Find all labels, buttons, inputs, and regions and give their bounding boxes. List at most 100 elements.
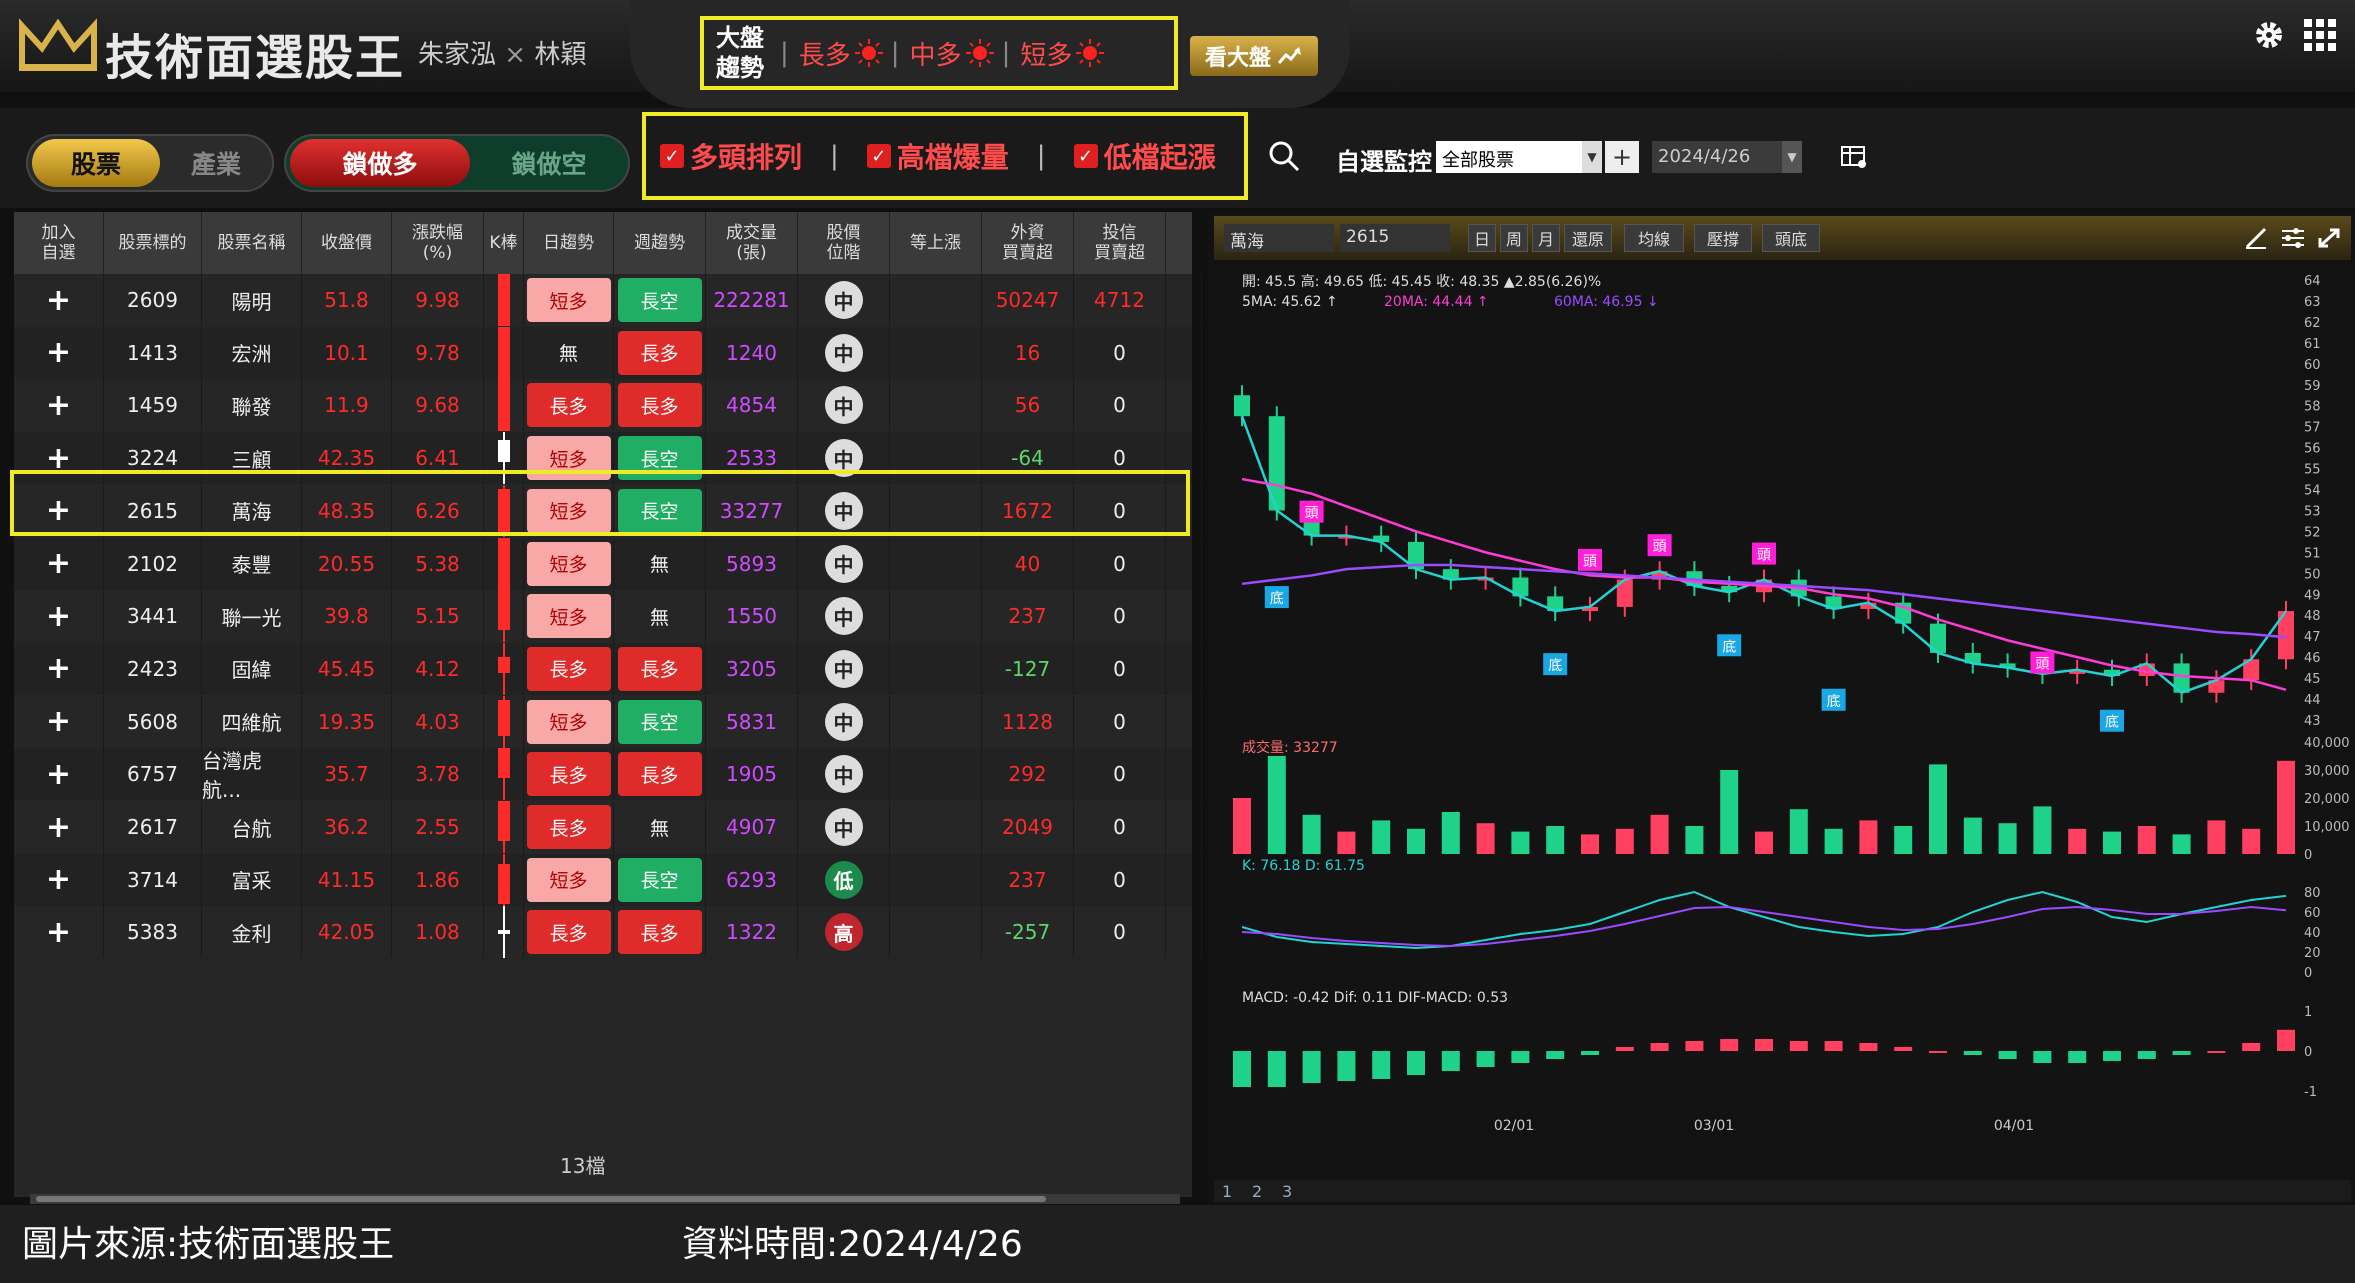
k-candle	[498, 590, 510, 631]
column-header[interactable]: 漲跌幅 (%)	[392, 212, 484, 274]
table-row[interactable]: +5608 四維航 19.35 4.03 短多 長空 5831 中 1128 0	[14, 695, 1202, 748]
column-header[interactable]: 股票標的	[104, 212, 202, 274]
chart-tab[interactable]: 頭底	[1762, 224, 1820, 252]
chart-tab[interactable]: 還原	[1564, 224, 1612, 252]
table-row[interactable]: +1459 聯發 11.9 9.68 長多 長多 4854 中 56 0	[14, 379, 1202, 432]
add-watchlist-button[interactable]: +	[14, 537, 104, 590]
stock-chart[interactable]: 64 63 62 61 60 59 58 57 56 55 54 53 52 51 50 49 48 47 46 45…	[1214, 266, 2355, 1202]
apps-grid-icon[interactable]	[2303, 18, 2337, 52]
column-header[interactable]: 股價 位階	[798, 212, 890, 274]
table-row[interactable]: +3441 聯一光 39.8 5.15 短多 無 1550 中 237 0	[14, 590, 1202, 643]
add-watchlist-button[interactable]: +	[14, 906, 104, 959]
watchlist-add-button[interactable]: +	[1605, 141, 1639, 173]
chevron-down-icon[interactable]: ▼	[1582, 141, 1602, 173]
chart-tab[interactable]: 壓撐	[1694, 224, 1752, 252]
sliders-icon[interactable]	[2280, 226, 2306, 250]
view-market-button[interactable]: 看大盤	[1190, 36, 1318, 76]
add-watchlist-button[interactable]: +	[14, 853, 104, 906]
chart-page-link[interactable]: 2	[1252, 1182, 1262, 1201]
trend-mid: 中多	[910, 35, 994, 72]
chart-pager	[1214, 1180, 2351, 1202]
stock-name: 宏洲	[202, 326, 302, 379]
date-select[interactable]: 2024/4/26 ▼	[1652, 141, 1802, 173]
chart-tab[interactable]: 均線	[1624, 224, 1684, 252]
chart-page-link[interactable]: 3	[1282, 1182, 1292, 1201]
trend-mid-label: 中多	[909, 40, 962, 71]
checkbox-checked-icon[interactable]: ✓	[660, 144, 684, 168]
change-percent: 4.03	[392, 695, 484, 748]
app-title: 技術面選股王	[105, 30, 406, 86]
price-level-badge: 中	[824, 333, 863, 372]
table-row[interactable]: +6757 台灣虎航... 35.7 3.78 長多 長多 1905 中 292 0	[14, 748, 1202, 802]
column-header[interactable]: 週趨勢	[614, 212, 706, 274]
filter-high-volume[interactable]: ✓ 高檔爆量	[866, 136, 1009, 176]
add-watchlist-button[interactable]: +	[14, 379, 104, 432]
add-watchlist-button[interactable]: +	[14, 695, 104, 748]
pen-icon[interactable]	[2244, 226, 2270, 250]
add-watchlist-button[interactable]: +	[14, 748, 104, 801]
table-scroll-thumb[interactable]	[36, 1196, 1046, 1202]
column-header[interactable]: 等上漲	[890, 212, 982, 274]
column-header[interactable]: 收盤價	[302, 212, 392, 274]
column-header[interactable]: 外資 買賣超	[982, 212, 1074, 274]
volume: 5831	[706, 695, 798, 748]
search-icon[interactable]	[1268, 140, 1300, 172]
stock-tab[interactable]: 股票	[32, 139, 160, 187]
table-row[interactable]: +2609 陽明 51.8 9.98 短多 長空 222281 中 50247 4712	[14, 274, 1202, 326]
price-level-badge: 低	[824, 860, 863, 899]
k-bar-cell	[484, 853, 524, 906]
macd-bar	[2033, 1051, 2052, 1063]
table-settings-icon[interactable]	[1840, 144, 1868, 170]
day-trend-tag: 長多	[526, 805, 611, 849]
chart-tab[interactable]: 月	[1532, 224, 1560, 252]
stock-code: 3714	[104, 853, 202, 906]
trend-sep: |	[1001, 38, 1011, 68]
expand-icon[interactable]	[2316, 226, 2342, 250]
column-header[interactable]: 日趨勢	[524, 212, 614, 274]
table-row[interactable]: +2102 泰豐 20.55 5.38 短多 無 5893 中 40 0	[14, 537, 1202, 590]
chart-stock-code-select[interactable]: 2615	[1340, 224, 1450, 252]
checkbox-checked-icon[interactable]: ✓	[866, 144, 891, 168]
table-row[interactable]: +2617 台航 36.2 2.55 長多 無 4907 中 2049 0	[14, 801, 1202, 853]
stock-code: 5608	[104, 695, 202, 748]
add-watchlist-button[interactable]: +	[14, 590, 104, 643]
price-axis-tick: 60	[2304, 358, 2321, 373]
volume-bar	[1337, 831, 1356, 854]
chart-page-link[interactable]: 1	[1222, 1182, 1232, 1201]
week-trend-cell: 長多	[614, 326, 706, 379]
week-trend-tag: 長多	[617, 752, 702, 797]
lock-short-button[interactable]: 鎖做空	[474, 139, 624, 187]
price-axis-tick: 55	[2304, 463, 2321, 478]
industry-tab[interactable]: 產業	[166, 139, 266, 187]
filter-low-rise-label: 低檔起漲	[1103, 141, 1216, 174]
price-level-badge: 中	[824, 544, 863, 583]
wait-rise-cell	[890, 537, 982, 590]
price-level-cell: 中	[798, 590, 890, 643]
column-header[interactable]: 股票名稱	[202, 212, 302, 274]
add-watchlist-button[interactable]: +	[14, 326, 104, 379]
column-header[interactable]: 成交量 (張)	[706, 212, 798, 274]
filter-sep: |	[1036, 141, 1046, 171]
filter-bull-alignment[interactable]: ✓ 多頭排列	[660, 136, 802, 176]
checkbox-checked-icon[interactable]: ✓	[1073, 144, 1098, 168]
add-watchlist-button[interactable]: +	[14, 801, 104, 853]
lock-long-button[interactable]: 鎖做多	[290, 139, 470, 187]
table-row[interactable]: +2423 固緯 45.45 4.12 長多 長多 3205 中 -127 0	[14, 642, 1202, 695]
sun-icon	[965, 39, 994, 67]
table-row[interactable]: +3714 富采 41.15 1.86 短多 長空 6293 低 237 0	[14, 853, 1202, 906]
table-row[interactable]: +1413 宏洲 10.1 9.78 無 長多 1240 中 16 0	[14, 326, 1202, 379]
watchlist-select[interactable]: 全部股票 ▼	[1436, 141, 1602, 173]
table-row[interactable]: +5383 金利 42.05 1.08 長多 長多 1322 高 -257 0	[14, 906, 1202, 959]
column-header[interactable]: 加入 自選	[14, 212, 104, 274]
add-watchlist-button[interactable]: +	[14, 642, 104, 695]
gear-icon[interactable]	[2254, 20, 2284, 50]
week-trend-cell: 無	[614, 801, 706, 853]
chart-tab[interactable]: 日	[1468, 224, 1496, 252]
add-watchlist-button[interactable]: +	[14, 274, 104, 326]
filter-low-rise[interactable]: ✓ 低檔起漲	[1073, 136, 1216, 176]
chart-tab[interactable]: 周	[1500, 224, 1528, 252]
column-header[interactable]: 投信 買賣超	[1074, 212, 1166, 274]
column-header[interactable]: K棒	[484, 212, 524, 274]
chevron-down-icon[interactable]: ▼	[1782, 141, 1802, 173]
k-bar-cell	[484, 537, 524, 590]
